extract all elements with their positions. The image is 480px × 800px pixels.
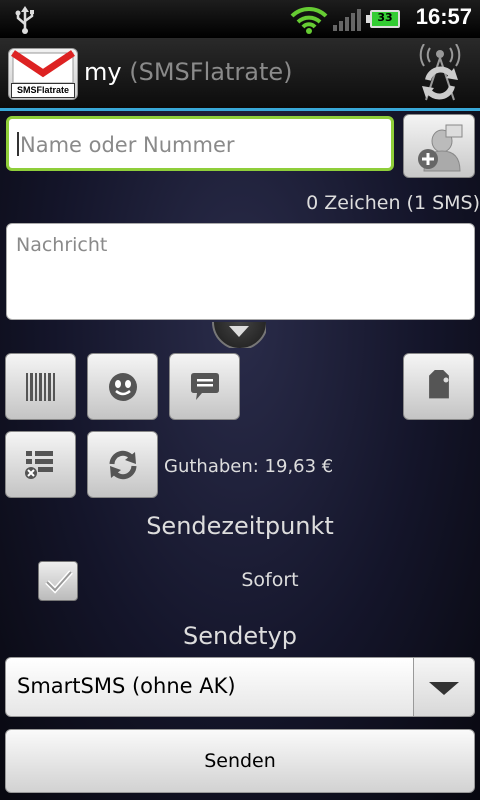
signal-icon: [333, 9, 361, 31]
app-title-main: my: [84, 58, 122, 86]
text-cursor: [17, 132, 19, 156]
refresh-button[interactable]: [87, 431, 158, 498]
recipient-placeholder: Name oder Nummer: [20, 133, 235, 157]
tag-button[interactable]: [403, 353, 474, 420]
send-type-select[interactable]: SmartSMS (ohne AK): [5, 657, 475, 717]
barcode-icon: [26, 373, 55, 401]
char-count: 0 Zeichen (1 SMS): [306, 192, 480, 214]
barcode-button[interactable]: [5, 353, 76, 420]
dropdown-arrow[interactable]: [413, 657, 475, 717]
contact-picker-button[interactable]: [403, 114, 475, 178]
battery-icon: 33: [370, 10, 400, 28]
chevron-down-icon: [229, 326, 249, 337]
status-bar: 33 16:57: [0, 0, 480, 38]
send-type-label: Sendetyp: [182, 622, 298, 650]
usb-icon: [15, 6, 34, 34]
tag-icon: [429, 370, 449, 399]
app-title: my (SMSFlatrate): [84, 58, 292, 86]
send-type-value: SmartSMS (ohne AK): [17, 674, 236, 698]
list-button[interactable]: [5, 431, 76, 498]
recipient-input[interactable]: Name oder Nummer: [6, 116, 394, 171]
refresh-icon: [109, 450, 137, 480]
envelope-icon: [11, 50, 75, 84]
logo-text: SMSFlatrate: [11, 83, 75, 98]
expand-toggle[interactable]: [212, 322, 266, 348]
add-contact-icon: [418, 124, 463, 172]
message-placeholder: Nachricht: [16, 234, 108, 256]
send-time-label: Sendezeitpunkt: [146, 512, 334, 540]
sync-antenna-icon[interactable]: [412, 44, 468, 102]
wifi-icon: [290, 6, 328, 34]
list-icon: [25, 451, 53, 479]
app-title-sub: (SMSFlatrate): [129, 58, 293, 86]
send-now-label: Sofort: [241, 569, 299, 591]
template-button[interactable]: [169, 353, 240, 420]
smiley-icon: [109, 373, 137, 401]
title-bar: SMSFlatrate my (SMSFlatrate): [0, 38, 480, 111]
template-icon: [191, 373, 219, 400]
clock: 16:57: [415, 4, 472, 29]
send-button[interactable]: Senden: [5, 729, 475, 793]
message-input[interactable]: Nachricht: [6, 223, 475, 320]
battery-level: 33: [377, 11, 393, 24]
app-logo: SMSFlatrate: [8, 48, 78, 100]
balance-text: Guthaben: 19,63 €: [164, 456, 334, 477]
smiley-button[interactable]: [87, 353, 158, 420]
chevron-down-icon: [429, 682, 459, 695]
